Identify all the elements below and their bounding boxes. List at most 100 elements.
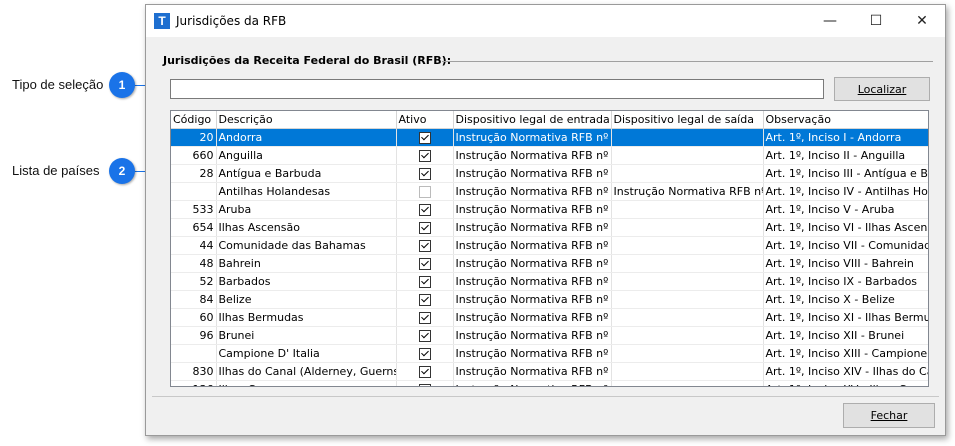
ativo-checkbox[interactable] (418, 186, 431, 198)
ativo-checkbox[interactable] (418, 330, 431, 342)
cell-ativo (396, 254, 454, 273)
cell-ativo (396, 218, 454, 237)
cell-ativo (396, 146, 454, 165)
cell-entrada: Instrução Normativa RFB nº 1037 (453, 182, 612, 201)
ativo-checkbox[interactable] (418, 168, 431, 180)
ativo-checkbox[interactable] (418, 240, 431, 252)
ativo-checkbox[interactable] (418, 150, 431, 162)
title-bar[interactable]: T Jurisdições da RFB — ☐ ✕ (146, 5, 945, 37)
column-header-saida[interactable]: Dispositivo legal de saída (611, 111, 764, 129)
cell-codigo: 52 (171, 272, 217, 291)
footer-divider (152, 396, 939, 397)
ativo-checkbox[interactable] (418, 348, 431, 360)
cell-saida (611, 362, 764, 381)
table-row[interactable]: 136Ilhas Cayman Instrução Normativa RFB n… (171, 380, 928, 386)
cell-codigo: 533 (171, 200, 217, 219)
cell-codigo: 60 (171, 308, 217, 327)
cell-observacao: Art. 1º, Inciso VII - Comunidade das Bah… (763, 236, 928, 255)
window-title: Jurisdições da RFB (176, 14, 287, 28)
cell-codigo: 654 (171, 218, 217, 237)
cell-descricao: Barbados (216, 272, 397, 291)
cell-saida: Instrução Normativa RFB nº 16 (611, 182, 764, 201)
localizar-button[interactable]: Localizar (834, 77, 930, 101)
minimize-button[interactable]: — (807, 5, 853, 37)
table-row[interactable]: Campione D' Italia Instrução Normativa RF… (171, 344, 928, 363)
cell-entrada: Instrução Normativa RFB nº 1037 (453, 236, 612, 255)
cell-codigo: 44 (171, 236, 217, 255)
ativo-checkbox[interactable] (418, 384, 431, 386)
ativo-checkbox[interactable] (418, 258, 431, 270)
maximize-button[interactable]: ☐ (853, 5, 899, 37)
table-row[interactable]: 830Ilhas do Canal (Alderney, Guernsey, J… (171, 362, 928, 381)
table-row[interactable]: 44 Comunidade das Bahamas Instrução Normat… (171, 236, 928, 255)
cell-ativo (396, 326, 454, 345)
cell-entrada: Instrução Normativa RFB nº 1037 (453, 164, 612, 183)
table-row[interactable]: 84Belize Instrução Normativa RFB nº 1037 A… (171, 290, 928, 309)
cell-descricao: Ilhas Cayman (216, 380, 397, 386)
cell-codigo: 660 (171, 146, 217, 165)
cell-codigo: 830 (171, 362, 217, 381)
cell-descricao: Antígua e Barbuda (216, 164, 397, 183)
cell-ativo (396, 344, 454, 363)
callout-badge-1: 1 (109, 72, 135, 98)
table-row[interactable]: 96Brunei Instrução Normativa RFB nº 1037 A… (171, 326, 928, 345)
table-row[interactable]: Antilhas Holandesas Instrução Normativa R… (171, 182, 928, 201)
cell-saida (611, 128, 764, 147)
cell-saida (611, 200, 764, 219)
fechar-button[interactable]: Fechar (843, 403, 935, 428)
column-header-codigo[interactable]: Código (171, 111, 217, 129)
search-input[interactable] (170, 79, 824, 99)
table-row[interactable]: 28 Antígua e Barbuda Instrução Normativa R… (171, 164, 928, 183)
app-icon: T (154, 13, 170, 29)
ativo-checkbox[interactable] (418, 312, 431, 324)
cell-entrada: Instrução Normativa RFB nº 1037 (453, 218, 612, 237)
cell-entrada: Instrução Normativa RFB nº 1037 (453, 380, 612, 386)
cell-descricao: Campione D' Italia (216, 344, 397, 363)
ativo-checkbox[interactable] (418, 366, 431, 378)
cell-ativo (396, 290, 454, 309)
window-controls: — ☐ ✕ (807, 5, 945, 37)
cell-descricao: Antilhas Holandesas (216, 182, 397, 201)
ativo-checkbox[interactable] (418, 294, 431, 306)
cell-saida (611, 272, 764, 291)
group-divider (442, 61, 933, 62)
cell-codigo: 84 (171, 290, 217, 309)
cell-ativo (396, 380, 454, 386)
cell-saida (611, 164, 764, 183)
cell-ativo (396, 308, 454, 327)
cell-entrada: Instrução Normativa RFB nº 1037 (453, 146, 612, 165)
cell-entrada: Instrução Normativa RFB nº 1037 (453, 344, 612, 363)
localizar-label: Localizar (857, 82, 907, 96)
callout-label-country-list: Lista de países (12, 163, 100, 178)
cell-entrada: Instrução Normativa RFB nº 1037 (453, 308, 612, 327)
table-row[interactable]: 52Barbados Instrução Normativa RFB nº 103… (171, 272, 928, 291)
table-row[interactable]: 533Aruba Instrução Normativa RFB nº 1037 A… (171, 200, 928, 219)
cell-descricao: Ilhas Bermudas (216, 308, 397, 327)
table-row[interactable]: 660Anguilla Instrução Normativa RFB nº 10… (171, 146, 928, 165)
cell-saida (611, 218, 764, 237)
cell-observacao: Art. 1º, Inciso X - Belize (763, 290, 928, 309)
table-row[interactable]: 48Bahrein Instrução Normativa RFB nº 1037… (171, 254, 928, 273)
cell-entrada: Instrução Normativa RFB nº 1037 (453, 128, 612, 147)
column-header-ativo[interactable]: Ativo (396, 111, 454, 129)
cell-observacao: Art. 1º, Inciso XV - Ilhas Cayman (763, 380, 928, 386)
jurisdictions-grid[interactable]: Código Descrição Ativo Dispositivo legal… (170, 110, 929, 387)
ativo-checkbox[interactable] (418, 222, 431, 234)
column-header-entrada[interactable]: Dispositivo legal de entrada (453, 111, 612, 129)
cell-observacao: Art. 1º, Inciso II - Anguilla (763, 146, 928, 165)
table-row[interactable]: 20Andorra Instrução Normativa RFB nº 1037… (171, 128, 928, 147)
ativo-checkbox[interactable] (418, 132, 431, 144)
close-button[interactable]: ✕ (899, 5, 945, 37)
cell-ativo (396, 272, 454, 291)
ativo-checkbox[interactable] (418, 204, 431, 216)
cell-codigo: 96 (171, 326, 217, 345)
column-header-observacao[interactable]: Observação (763, 111, 928, 129)
cell-observacao: Art. 1º, Inciso V - Aruba (763, 200, 928, 219)
table-row[interactable]: 654 Ilhas Ascensão Instrução Normativa RFB… (171, 218, 928, 237)
callout-badge-2: 2 (109, 158, 135, 184)
table-row[interactable]: 60 Ilhas Bermudas Instrução Normativa RFB … (171, 308, 928, 327)
cell-saida (611, 290, 764, 309)
column-header-descricao[interactable]: Descrição (216, 111, 397, 129)
cell-observacao: Art. 1º, Inciso IV - Antilhas Holandesas (763, 182, 928, 201)
ativo-checkbox[interactable] (418, 276, 431, 288)
